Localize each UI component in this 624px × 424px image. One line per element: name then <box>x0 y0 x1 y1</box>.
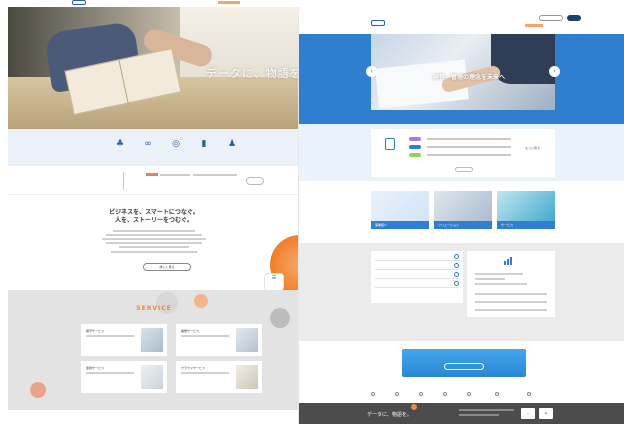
service-image <box>141 328 163 352</box>
left-header <box>0 0 300 7</box>
link-item[interactable] <box>375 280 459 288</box>
contact-accent[interactable] <box>525 24 543 27</box>
banner-row: 事業紹介 ソリューション サービス <box>299 181 624 243</box>
quick-link-3[interactable]: ◎ <box>166 138 186 156</box>
footer-link[interactable] <box>495 392 500 396</box>
service-title: SERVICE <box>136 305 172 312</box>
footer-link[interactable] <box>527 392 532 396</box>
service-image <box>141 365 163 389</box>
about-heading: ビジネスを、スマートにつなぐ。 人を、ストーリーをつむぐ。 <box>109 209 199 224</box>
recruit-section <box>299 341 624 389</box>
notice-section: もっと見る <box>299 124 624 181</box>
quick-link-2[interactable]: ∞ <box>138 138 158 156</box>
quick-link-4[interactable]: ▮ <box>194 138 214 156</box>
footer-link[interactable] <box>443 392 448 396</box>
left-page-screenshot: データに、物語を ♣ ∞ ◎ ▮ ♟ ビジネスを、スマートにつなぐ。 人を、スト… <box>0 0 300 410</box>
network-icon: ∞ <box>144 139 152 149</box>
news-tag <box>146 173 158 176</box>
footer-links <box>299 389 624 403</box>
footer-link[interactable] <box>395 392 400 396</box>
recruit-banner[interactable] <box>402 349 526 377</box>
notice-more-link[interactable]: もっと見る <box>525 146 540 150</box>
logo-icon: ◎ <box>172 139 180 149</box>
chevron-right-icon <box>454 254 459 259</box>
privacy-badge-icon: ◈ <box>539 408 553 419</box>
link-item[interactable] <box>375 253 459 261</box>
group-icon: ♟ <box>227 139 237 149</box>
floating-menu-button[interactable]: ☰ <box>264 273 284 291</box>
recruit-button[interactable] <box>444 363 484 370</box>
news-more-button[interactable] <box>246 177 264 185</box>
about-section: ビジネスを、スマートにつなぐ。 人を、ストーリーをつむぐ。 詳しく見る ☰ <box>8 195 300 295</box>
quick-link-icons: ♣ ∞ ◎ ▮ ♟ <box>8 129 300 165</box>
header-navy-button[interactable] <box>567 15 581 21</box>
chart-icon: ▮ <box>201 139 207 149</box>
service-image <box>236 328 258 352</box>
prev-arrow-icon[interactable]: ‹ <box>366 66 377 77</box>
site-footer: データに、物語を。 ◇ ◈ <box>299 403 624 424</box>
link-item[interactable] <box>375 271 459 279</box>
hero-copy: データに、物語を <box>206 67 300 80</box>
banner-card[interactable]: 事業紹介 <box>371 191 429 229</box>
right-hero-slider: 経営・管理の理念を未来へ ‹ › <box>299 34 624 124</box>
link-item[interactable] <box>375 262 459 270</box>
people-icon: ♣ <box>115 139 125 149</box>
notice-card <box>371 129 555 177</box>
chevron-right-icon <box>454 281 459 286</box>
link-list <box>371 251 463 303</box>
document-icon <box>385 138 395 150</box>
contact-accent[interactable] <box>218 1 240 4</box>
notice-all-button[interactable] <box>455 167 473 172</box>
quick-link-1[interactable]: ♣ <box>110 138 130 156</box>
footer-link[interactable] <box>419 392 424 396</box>
service-card[interactable]: 運用サービス <box>81 361 167 393</box>
about-detail-button[interactable]: 詳しく見る <box>143 263 191 271</box>
footer-link[interactable] <box>371 392 376 396</box>
next-arrow-icon[interactable]: › <box>549 66 560 77</box>
news-strip <box>8 165 300 195</box>
ir-info-box <box>467 251 555 317</box>
banner-card[interactable]: ソリューション <box>434 191 492 229</box>
left-hero: データに、物語を <box>8 7 300 129</box>
footer-message: データに、物語を。 <box>367 412 412 418</box>
link-and-ir-section <box>299 243 624 341</box>
chevron-right-icon <box>454 272 459 277</box>
service-card[interactable]: クラウドサービス <box>176 361 262 393</box>
company-logo[interactable] <box>72 0 86 5</box>
orange-dot-icon <box>411 404 417 410</box>
quick-link-5[interactable]: ♟ <box>222 138 242 156</box>
right-page-screenshot: 経営・管理の理念を未来へ ‹ › もっと見る 事業紹介 ソリューション サービス… <box>298 10 624 424</box>
company-logo[interactable] <box>371 20 385 26</box>
banner-card[interactable]: サービス <box>497 191 555 229</box>
chevron-right-icon <box>454 263 459 268</box>
service-section: SERVICE 保守サービス 開発サービス 運用サービス クラウドサービス <box>8 290 300 410</box>
service-card[interactable]: 開発サービス <box>176 324 262 356</box>
certification-badge-icon: ◇ <box>521 408 535 419</box>
footer-link[interactable] <box>467 392 472 396</box>
hero-photo: 経営・管理の理念を未来へ <box>371 34 555 110</box>
bar-chart-icon <box>504 257 512 265</box>
search-input[interactable] <box>539 15 563 21</box>
right-header <box>299 10 624 34</box>
service-image <box>236 365 258 389</box>
service-card[interactable]: 保守サービス <box>81 324 167 356</box>
hero-caption: 経営・管理の理念を未来へ <box>433 74 506 81</box>
